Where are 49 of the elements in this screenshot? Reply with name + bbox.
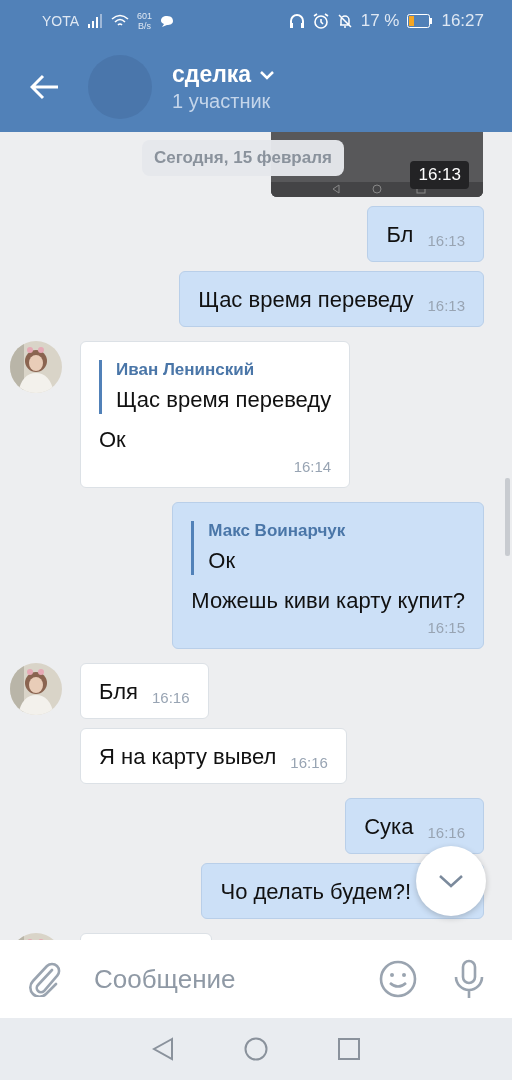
quoted-message[interactable]: Иван Ленинский Щас время переведу bbox=[99, 360, 332, 414]
sender-avatar[interactable] bbox=[10, 663, 62, 715]
message-time: 16:13 bbox=[410, 161, 469, 189]
message-text: Сука bbox=[364, 813, 414, 841]
quote-author: Иван Ленинский bbox=[116, 360, 256, 380]
chat-title[interactable]: сделка bbox=[172, 61, 276, 88]
carrier-name: YOTA bbox=[42, 13, 80, 29]
message-text: Я на карту вывел bbox=[99, 743, 277, 771]
headphones-icon bbox=[288, 13, 305, 29]
message-time: 16:16 bbox=[151, 689, 190, 706]
message-text: Чо делать будем?! bbox=[220, 878, 411, 906]
back-nav-icon[interactable] bbox=[152, 1037, 174, 1061]
battery-icon bbox=[407, 14, 434, 28]
microphone-icon[interactable] bbox=[452, 959, 486, 999]
clock: 16:27 bbox=[441, 11, 484, 31]
message-time: 16:14 bbox=[293, 458, 332, 475]
signal-icon bbox=[87, 14, 104, 28]
network-speed: 601 bbox=[137, 11, 153, 21]
attach-icon[interactable] bbox=[28, 961, 62, 997]
message-time: 16:16 bbox=[427, 824, 465, 841]
message-text: Можешь киви карту купит? bbox=[191, 587, 465, 615]
message-time: 16:13 bbox=[427, 297, 465, 314]
quote-author: Макс Воинарчук bbox=[208, 521, 347, 541]
quote-text: Ок bbox=[208, 547, 237, 575]
message-text: Бля bbox=[99, 678, 138, 706]
chat-icon bbox=[160, 14, 175, 28]
message-composer[interactable]: Сообщение bbox=[0, 940, 512, 1018]
alarm-icon bbox=[312, 13, 329, 29]
message-time: 16:15 bbox=[427, 619, 465, 636]
quoted-message[interactable]: Макс Воинарчук Ок bbox=[191, 521, 465, 575]
home-nav-icon[interactable] bbox=[244, 1037, 268, 1061]
wifi-icon bbox=[111, 14, 130, 28]
message-time: 16:13 bbox=[427, 232, 465, 249]
battery-percent: 17 % bbox=[360, 11, 400, 31]
scrollbar[interactable] bbox=[505, 478, 510, 556]
member-count: 1 участник bbox=[172, 90, 272, 113]
message-time: 16:16 bbox=[290, 754, 328, 771]
message-text: Ок bbox=[99, 426, 127, 454]
muted-bell-icon bbox=[336, 13, 353, 29]
message-input[interactable]: Сообщение bbox=[92, 962, 378, 996]
chevron-down-icon bbox=[438, 873, 464, 889]
smile-icon[interactable] bbox=[378, 959, 418, 999]
sender-avatar[interactable] bbox=[10, 341, 62, 393]
network-speed-unit: B/s bbox=[138, 21, 152, 31]
chevron-down-icon bbox=[259, 69, 276, 80]
recents-nav-icon[interactable] bbox=[338, 1038, 360, 1060]
message-text: Бл bbox=[386, 221, 414, 249]
message-text: Щас время переведу bbox=[198, 286, 414, 314]
quote-text: Щас время переведу bbox=[116, 386, 332, 414]
